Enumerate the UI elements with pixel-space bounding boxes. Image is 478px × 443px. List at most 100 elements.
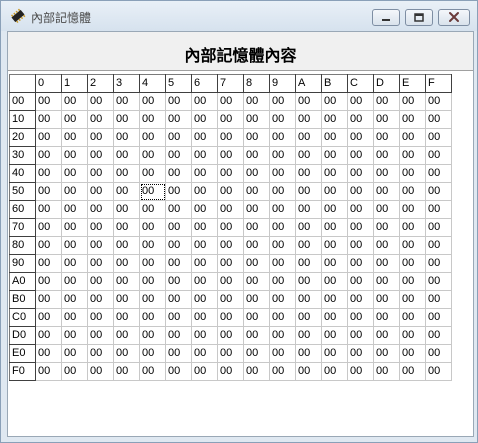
memory-cell[interactable]: 00 xyxy=(165,146,192,165)
memory-cell[interactable]: 00 xyxy=(373,128,400,147)
memory-cell[interactable]: 00 xyxy=(399,218,426,237)
memory-cell[interactable]: 00 xyxy=(61,110,88,129)
memory-cell[interactable]: 00 xyxy=(113,182,140,201)
memory-cell[interactable]: 00 xyxy=(399,164,426,183)
memory-cell[interactable]: 00 xyxy=(87,164,114,183)
memory-cell[interactable]: 00 xyxy=(217,200,244,219)
minimize-button[interactable] xyxy=(372,9,400,26)
memory-cell[interactable]: 00 xyxy=(321,272,348,291)
close-button[interactable] xyxy=(438,9,470,26)
memory-cell[interactable]: 00 xyxy=(139,92,166,111)
memory-cell[interactable]: 00 xyxy=(113,146,140,165)
memory-cell[interactable]: 00 xyxy=(139,146,166,165)
memory-cell[interactable]: 00 xyxy=(269,308,296,327)
memory-cell[interactable]: 00 xyxy=(295,290,322,309)
memory-cell[interactable]: 00 xyxy=(321,146,348,165)
memory-cell[interactable]: 00 xyxy=(243,236,270,255)
memory-cell[interactable]: 00 xyxy=(399,272,426,291)
memory-cell[interactable]: 00 xyxy=(113,362,140,381)
memory-cell[interactable]: 00 xyxy=(295,218,322,237)
memory-cell[interactable]: 00 xyxy=(87,254,114,273)
memory-cell[interactable]: 00 xyxy=(165,308,192,327)
memory-cell[interactable]: 00 xyxy=(269,272,296,291)
memory-cell[interactable]: 00 xyxy=(425,92,452,111)
memory-cell[interactable]: 00 xyxy=(87,110,114,129)
memory-cell[interactable]: 00 xyxy=(139,164,166,183)
memory-cell[interactable]: 00 xyxy=(35,218,62,237)
memory-cell[interactable]: 00 xyxy=(399,182,426,201)
memory-cell[interactable]: 00 xyxy=(321,290,348,309)
memory-cell[interactable]: 00 xyxy=(139,110,166,129)
memory-cell[interactable]: 00 xyxy=(191,110,218,129)
memory-cell[interactable]: 00 xyxy=(321,182,348,201)
maximize-button[interactable] xyxy=(405,9,433,26)
memory-cell[interactable]: 00 xyxy=(243,344,270,363)
memory-cell[interactable]: 00 xyxy=(217,236,244,255)
memory-cell[interactable]: 00 xyxy=(321,110,348,129)
memory-cell[interactable]: 00 xyxy=(243,164,270,183)
memory-cell[interactable]: 00 xyxy=(191,218,218,237)
memory-cell[interactable]: 00 xyxy=(191,344,218,363)
memory-cell[interactable]: 00 xyxy=(347,272,374,291)
memory-cell[interactable]: 00 xyxy=(139,344,166,363)
memory-cell[interactable]: 00 xyxy=(191,272,218,291)
memory-cell[interactable]: 00 xyxy=(269,254,296,273)
memory-cell[interactable]: 00 xyxy=(373,272,400,291)
memory-cell[interactable]: 00 xyxy=(347,290,374,309)
memory-cell[interactable]: 00 xyxy=(35,110,62,129)
memory-cell[interactable]: 00 xyxy=(399,146,426,165)
memory-cell[interactable]: 00 xyxy=(321,326,348,345)
memory-cell[interactable]: 00 xyxy=(269,146,296,165)
memory-cell[interactable]: 00 xyxy=(191,182,218,201)
memory-cell[interactable]: 00 xyxy=(399,326,426,345)
memory-cell[interactable]: 00 xyxy=(243,362,270,381)
memory-cell[interactable]: 00 xyxy=(35,272,62,291)
memory-cell[interactable]: 00 xyxy=(113,128,140,147)
memory-cell[interactable]: 00 xyxy=(243,182,270,201)
memory-cell[interactable]: 00 xyxy=(217,344,244,363)
memory-cell[interactable]: 00 xyxy=(347,128,374,147)
memory-cell[interactable]: 00 xyxy=(321,344,348,363)
memory-cell[interactable]: 00 xyxy=(113,110,140,129)
memory-cell[interactable]: 00 xyxy=(321,236,348,255)
memory-cell[interactable]: 00 xyxy=(191,92,218,111)
memory-cell[interactable]: 00 xyxy=(373,92,400,111)
memory-cell[interactable]: 00 xyxy=(61,200,88,219)
memory-cell[interactable]: 00 xyxy=(87,200,114,219)
memory-cell[interactable]: 00 xyxy=(243,146,270,165)
memory-cell[interactable]: 00 xyxy=(165,92,192,111)
memory-cell[interactable]: 00 xyxy=(269,92,296,111)
memory-cell[interactable]: 00 xyxy=(243,308,270,327)
memory-cell[interactable]: 00 xyxy=(425,182,452,201)
memory-cell[interactable]: 00 xyxy=(139,128,166,147)
memory-cell[interactable]: 00 xyxy=(295,128,322,147)
memory-cell[interactable]: 00 xyxy=(373,200,400,219)
memory-cell[interactable]: 00 xyxy=(295,182,322,201)
memory-cell[interactable]: 00 xyxy=(217,128,244,147)
memory-cell[interactable]: 00 xyxy=(139,290,166,309)
memory-cell[interactable]: 00 xyxy=(347,236,374,255)
memory-cell[interactable]: 00 xyxy=(269,236,296,255)
memory-cell[interactable]: 00 xyxy=(165,218,192,237)
memory-cell[interactable]: 00 xyxy=(243,290,270,309)
memory-cell[interactable]: 00 xyxy=(321,308,348,327)
memory-cell[interactable]: 00 xyxy=(373,164,400,183)
memory-cell[interactable]: 00 xyxy=(113,344,140,363)
memory-cell[interactable]: 00 xyxy=(217,362,244,381)
memory-cell[interactable]: 00 xyxy=(321,164,348,183)
memory-cell[interactable]: 00 xyxy=(269,344,296,363)
memory-cell[interactable]: 00 xyxy=(399,308,426,327)
memory-cell[interactable]: 00 xyxy=(217,326,244,345)
memory-cell[interactable]: 00 xyxy=(61,290,88,309)
memory-cell[interactable]: 00 xyxy=(243,254,270,273)
memory-cell[interactable]: 00 xyxy=(425,164,452,183)
memory-cell[interactable]: 00 xyxy=(139,308,166,327)
memory-cell[interactable]: 00 xyxy=(165,128,192,147)
memory-cell[interactable]: 00 xyxy=(35,146,62,165)
memory-cell[interactable]: 00 xyxy=(425,236,452,255)
memory-cell[interactable]: 00 xyxy=(87,344,114,363)
memory-grid[interactable]: 0 1 2 3 4 5 6 7 8 9 A B C D E F 00 00 00 00 00 00 00 00 00 00 00 00… xyxy=(9,74,452,381)
memory-cell[interactable]: 00 xyxy=(425,344,452,363)
memory-cell[interactable]: 00 xyxy=(425,146,452,165)
memory-cell[interactable]: 00 xyxy=(61,236,88,255)
